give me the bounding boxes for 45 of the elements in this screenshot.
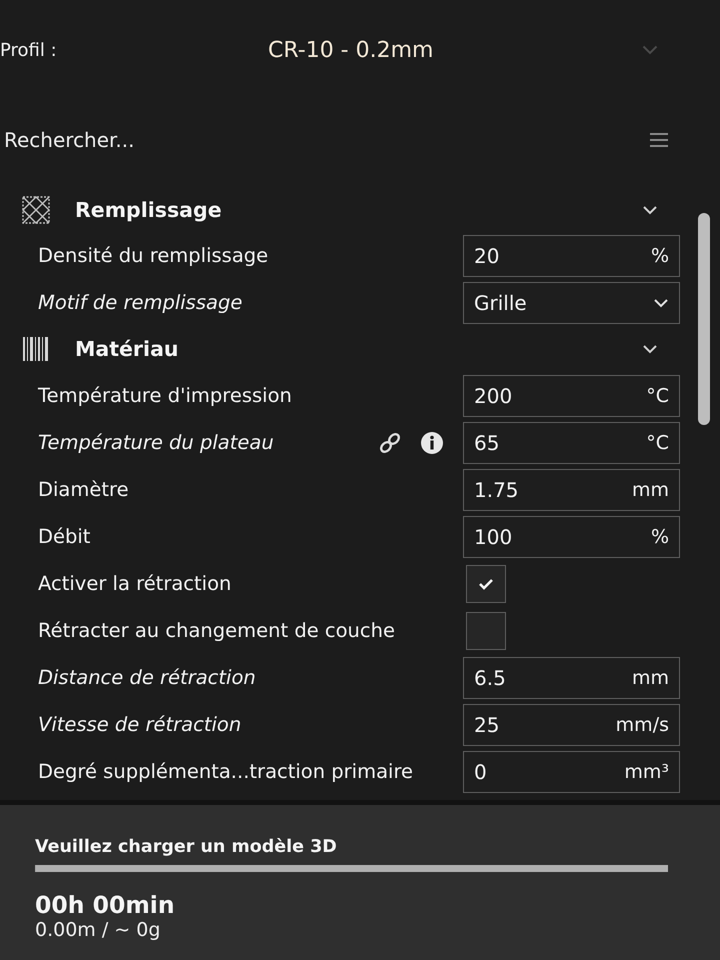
number-field[interactable]: 25 mm/s (463, 704, 680, 746)
unit-label: mm (632, 666, 669, 688)
section-title[interactable]: Matériau (75, 337, 179, 361)
print-time: 00h 00min (35, 892, 176, 918)
number-field[interactable]: 0 mm³ (463, 750, 680, 792)
search-field[interactable]: Rechercher... (0, 120, 650, 160)
check-icon (478, 578, 494, 590)
unit-label: °C (646, 432, 669, 454)
number-field[interactable]: 100 % (463, 516, 680, 558)
unit-label: mm (632, 478, 669, 500)
menu-icon[interactable] (650, 133, 668, 147)
unit-label: mm/s (616, 714, 669, 736)
setting-label: Débit (38, 525, 92, 548)
setting-label: Rétracter au changement de couche (38, 619, 396, 642)
hatched-square-icon (22, 196, 50, 224)
section-title[interactable]: Remplissage (75, 198, 222, 222)
unit-label: °C (646, 384, 669, 406)
chevron-down-icon (642, 45, 658, 55)
setting-label: Motif de remplissage (38, 291, 244, 314)
number-field[interactable]: 20 % (463, 234, 680, 276)
dropdown-field[interactable]: Grille (463, 282, 680, 324)
number-field[interactable]: 200 °C (463, 374, 680, 416)
unit-label: % (650, 526, 669, 548)
profile-label: Profil : (0, 40, 58, 60)
checkbox[interactable] (466, 564, 506, 602)
setting-label: Degré supplémenta...traction primaire (38, 760, 414, 783)
vertical-bars-icon (22, 335, 50, 363)
setting-label: Distance de rétraction (38, 666, 257, 689)
setting-label: Activer la rétraction (38, 572, 232, 595)
number-field[interactable]: 1.75 mm (463, 468, 680, 510)
setting-label: Température du plateau (38, 431, 275, 454)
setting-label: Vitesse de rétraction (38, 713, 242, 736)
chevron-down-icon (653, 298, 669, 308)
profile-dropdown[interactable]: CR-10 - 0.2mm (150, 28, 720, 72)
unit-label: mm³ (624, 760, 669, 782)
number-field[interactable]: 65 °C (463, 422, 680, 464)
status-message: Veuillez charger un modèle 3D (35, 836, 338, 858)
number-field[interactable]: 6.5 mm (463, 656, 680, 698)
scrollbar-thumb[interactable] (698, 213, 710, 425)
setting-label: Température d'impression (38, 384, 293, 407)
unit-label: % (650, 244, 669, 266)
material-estimate: 0.00m / ~ 0g (35, 918, 162, 942)
checkbox[interactable] (466, 612, 506, 650)
setting-label: Diamètre (38, 478, 130, 501)
setting-label: Densité du remplissage (38, 244, 270, 267)
